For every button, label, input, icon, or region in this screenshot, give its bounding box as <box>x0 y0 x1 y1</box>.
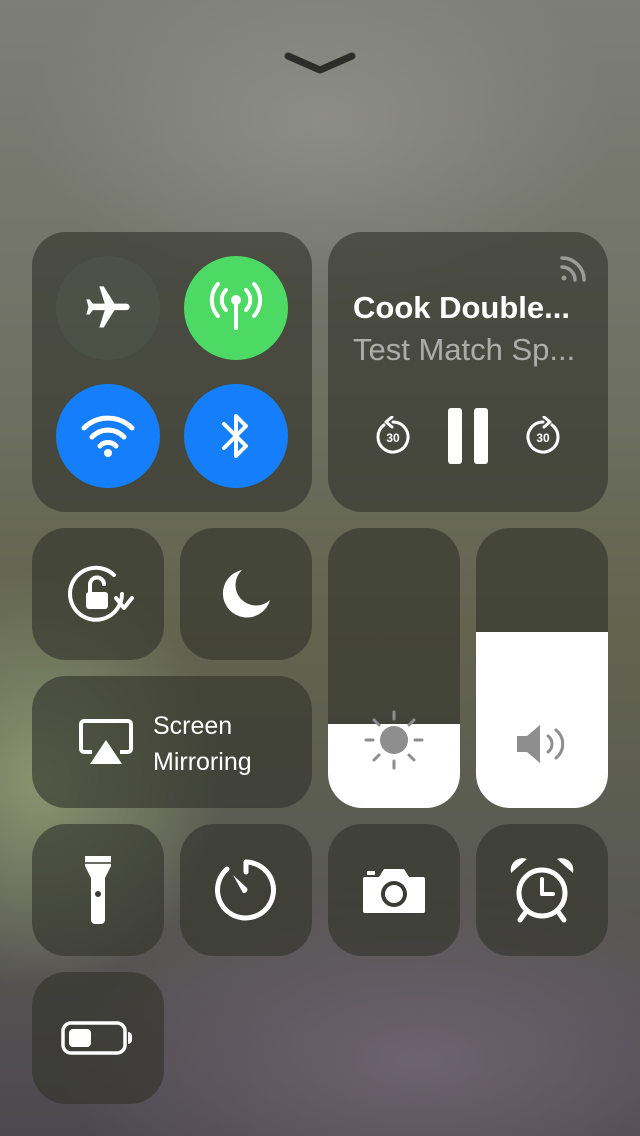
pause-icon <box>446 408 492 464</box>
volume-fill <box>476 631 608 808</box>
flashlight-icon <box>85 856 111 924</box>
screen-mirroring-label-line1: Screen <box>153 712 233 740</box>
wifi-icon <box>81 415 135 457</box>
do-not-disturb-button[interactable] <box>180 528 312 660</box>
rotation-lock-icon <box>68 565 134 622</box>
airplane-mode-toggle[interactable] <box>56 256 160 360</box>
skip-back-button[interactable]: 30 <box>372 416 414 458</box>
skip-forward-30-icon: 30 <box>526 416 560 454</box>
rotation-lock-button[interactable] <box>32 528 164 660</box>
battery-icon <box>61 1021 132 1055</box>
cellular-data-toggle[interactable] <box>184 256 288 360</box>
bluetooth-icon <box>222 414 248 458</box>
skip-forward-seconds: 30 <box>536 431 550 445</box>
chevron-down-icon <box>284 52 356 74</box>
now-playing-module[interactable] <box>328 232 608 512</box>
cellular-data-icon <box>209 282 263 330</box>
connectivity-module <box>32 232 312 512</box>
camera-icon <box>363 869 425 913</box>
low-power-mode-button[interactable] <box>32 972 164 1104</box>
timer-icon <box>215 859 277 921</box>
wifi-toggle[interactable] <box>56 384 160 488</box>
speaker-icon <box>517 725 565 763</box>
skip-back-30-icon: 30 <box>376 416 410 454</box>
sun-icon <box>364 710 424 770</box>
brightness-slider[interactable] <box>328 528 460 808</box>
timer-button[interactable] <box>180 824 312 956</box>
skip-forward-button[interactable]: 30 <box>522 416 564 458</box>
airplane-icon <box>86 286 130 328</box>
alarm-clock-icon <box>510 858 574 923</box>
dismiss-chevron[interactable] <box>280 46 360 80</box>
alarm-button[interactable] <box>476 824 608 956</box>
bluetooth-toggle[interactable] <box>184 384 288 488</box>
now-playing-subtitle: Test Match Sp... <box>353 332 576 367</box>
volume-slider[interactable] <box>476 528 608 808</box>
flashlight-button[interactable] <box>32 824 164 956</box>
airplay-audio-icon[interactable] <box>556 252 588 284</box>
moon-icon <box>222 570 270 618</box>
screen-mirroring-label: Screen Mirroring <box>153 708 252 780</box>
now-playing-title: Cook Double... <box>353 290 570 325</box>
camera-button[interactable] <box>328 824 460 956</box>
pause-button[interactable] <box>446 408 492 464</box>
screen-mirroring-icon <box>79 719 133 764</box>
skip-back-seconds: 30 <box>386 431 400 445</box>
screen-mirroring-label-line2: Mirroring <box>153 748 252 776</box>
